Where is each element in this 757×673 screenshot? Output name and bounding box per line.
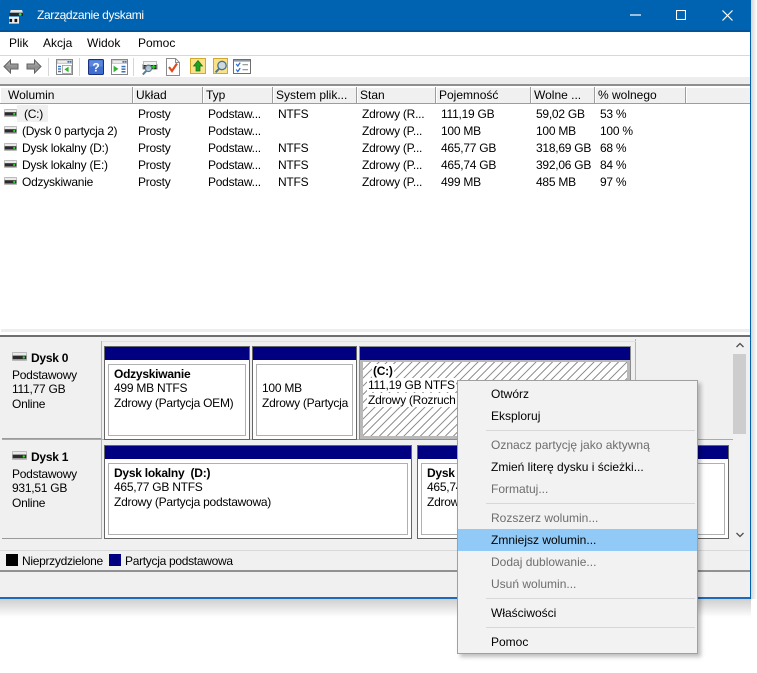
svg-text:?: ? [92,61,99,75]
